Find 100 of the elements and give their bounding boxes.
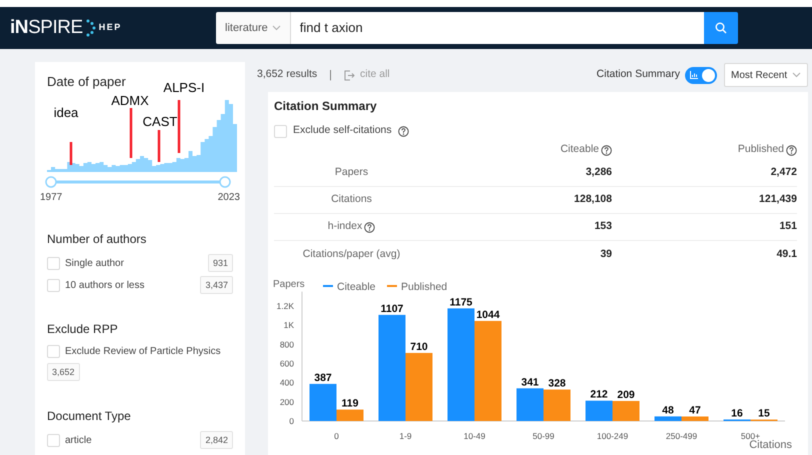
facet-title: Document Type: [47, 409, 132, 424]
range-start-label: 1977: [40, 191, 62, 205]
chevron-icon: [792, 72, 801, 78]
tick-label: 50-99: [532, 431, 554, 441]
marker-line: [130, 108, 132, 158]
count-badge: 2,842: [200, 431, 233, 449]
bar: [516, 388, 544, 421]
table-cell-text: 3,286: [586, 165, 612, 180]
help-icon: [601, 144, 612, 156]
help-icon: [786, 144, 797, 156]
legend-item: Citeable: [323, 281, 376, 293]
dots-icon: [86, 19, 96, 37]
data-label: 16: [731, 407, 743, 420]
annotation-label: idea: [54, 105, 78, 120]
checkbox[interactable]: [47, 256, 60, 270]
table-cell-text: 153: [594, 219, 612, 234]
tick-label: 100-249: [596, 431, 628, 441]
legend-label: Citeable: [337, 281, 376, 293]
bar: [544, 390, 570, 421]
column-header: Citeable: [560, 142, 599, 158]
tick-label: 0: [334, 431, 339, 441]
data-label: 1175: [450, 296, 472, 308]
checkbox[interactable]: [47, 434, 60, 446]
help-icon: [364, 222, 376, 232]
marker-line: [178, 100, 180, 153]
data-label: 328: [548, 378, 566, 390]
scope-select[interactable]: literature: [216, 12, 291, 44]
table-cell-text: 128,108: [574, 192, 612, 208]
data-label: 119: [342, 398, 358, 410]
tick-label: 1K: [284, 320, 294, 330]
legend-label: Published: [401, 281, 448, 293]
tick-label: 1-9: [399, 431, 412, 441]
table-cell-text: 121,439: [759, 192, 797, 208]
row-label: Citations: [331, 192, 372, 208]
data-label: 387: [314, 372, 332, 384]
tick-label: 800: [280, 339, 294, 350]
row-label: Papers: [334, 165, 368, 180]
data-label: 341: [521, 376, 539, 388]
data-label: 47: [689, 404, 701, 416]
toggle-label: Citation Summary: [596, 67, 680, 82]
tick-label: 500+: [740, 431, 760, 441]
range-end-label: 2023: [218, 191, 240, 205]
tick-label: 1.2K: [276, 300, 294, 311]
axis-title: Papers: [273, 279, 305, 290]
bar: [612, 400, 640, 421]
column-header: Published: [738, 142, 784, 158]
annotation-label: ADMX: [111, 93, 149, 108]
marker-line: [158, 130, 160, 162]
table-cell-text: 151: [779, 219, 797, 234]
bar: [586, 400, 612, 421]
checkbox-label[interactable]: Exclude self-citations: [293, 123, 392, 139]
data-label: 1044: [476, 308, 500, 321]
row-label: Citations/paper (avg): [302, 246, 400, 262]
tick-label: 200: [280, 396, 294, 407]
tick-label: 0: [289, 416, 294, 426]
data-label: 15: [758, 408, 770, 420]
slider-handle[interactable]: [45, 176, 57, 188]
table-cell-text: 2,472: [770, 165, 797, 180]
count-badge: 3,652: [47, 363, 80, 381]
data-label: 212: [590, 388, 608, 401]
marker-line: [70, 142, 72, 165]
help-icon: [398, 126, 409, 136]
checkbox[interactable]: [47, 345, 60, 358]
card-title: Citation Summary: [274, 98, 378, 114]
data-label: 48: [662, 404, 674, 416]
logo-subtext: HEP: [98, 21, 122, 34]
checkbox[interactable]: [47, 278, 60, 292]
citation-summary-toggle[interactable]: [685, 66, 717, 84]
facet-title: Exclude RPP: [47, 322, 119, 337]
option-label[interactable]: Single author: [65, 256, 124, 270]
slider-handle[interactable]: [219, 176, 231, 188]
results-count: 3,652 results: [257, 67, 318, 82]
data-label: 710: [410, 340, 428, 353]
option-label[interactable]: 10 authors or less: [65, 278, 144, 292]
legend-item: Published: [387, 281, 448, 293]
row-label: h-index: [328, 219, 362, 234]
separator: |: [329, 68, 332, 83]
sort-select[interactable]: Most Recent: [724, 63, 808, 87]
tick-label: 10-49: [464, 431, 486, 441]
annotation-label: ALPS-I: [163, 80, 205, 95]
facet-title: Date of paper: [47, 74, 126, 90]
table-cell-text: 39: [600, 246, 612, 262]
annotation-label: CAST: [142, 114, 178, 129]
axis-title: Citations: [749, 439, 792, 451]
search-icon: [715, 22, 727, 34]
search-button[interactable]: [704, 12, 738, 44]
logo-text[interactable]: iNSPIRE: [10, 14, 83, 42]
tick-label: 250-499: [666, 431, 698, 441]
tick-label: 400: [280, 378, 294, 388]
bar-chart-icon: [690, 71, 698, 79]
facet-title: Number of authors: [47, 232, 148, 247]
data-label: 1107: [380, 302, 404, 315]
export-icon: [344, 70, 355, 80]
option-label[interactable]: article: [65, 432, 92, 448]
tick-label: 600: [280, 358, 294, 368]
data-label: 209: [617, 388, 635, 401]
table-cell-text: 49.1: [776, 246, 797, 262]
option-label[interactable]: Exclude Review of Particle Physics: [65, 344, 221, 359]
search-field[interactable]: find t axion: [290, 12, 704, 44]
checkbox[interactable]: [274, 124, 287, 138]
